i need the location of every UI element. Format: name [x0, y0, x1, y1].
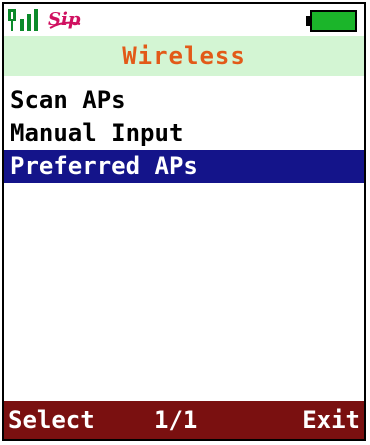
softkey-bar: Select 1/1 Exit	[4, 401, 364, 439]
exit-softkey[interactable]: Exit	[302, 401, 360, 439]
status-bar: Sip	[4, 4, 364, 36]
select-softkey[interactable]: Select	[8, 401, 95, 439]
phone-screen: Sip Wireless Scan APs Manual Input Prefe…	[2, 2, 366, 441]
signal-strength-icon	[8, 9, 38, 31]
menu-item-preferred-aps[interactable]: Preferred APs	[4, 150, 364, 183]
menu-item-manual-input[interactable]: Manual Input	[4, 117, 364, 150]
page-indicator: 1/1	[154, 406, 198, 434]
menu-item-scan-aps[interactable]: Scan APs	[4, 84, 364, 117]
page-title: Wireless	[4, 36, 364, 76]
battery-icon	[306, 10, 357, 32]
sip-logo: Sip	[48, 9, 81, 30]
menu-list: Scan APs Manual Input Preferred APs	[4, 84, 364, 183]
